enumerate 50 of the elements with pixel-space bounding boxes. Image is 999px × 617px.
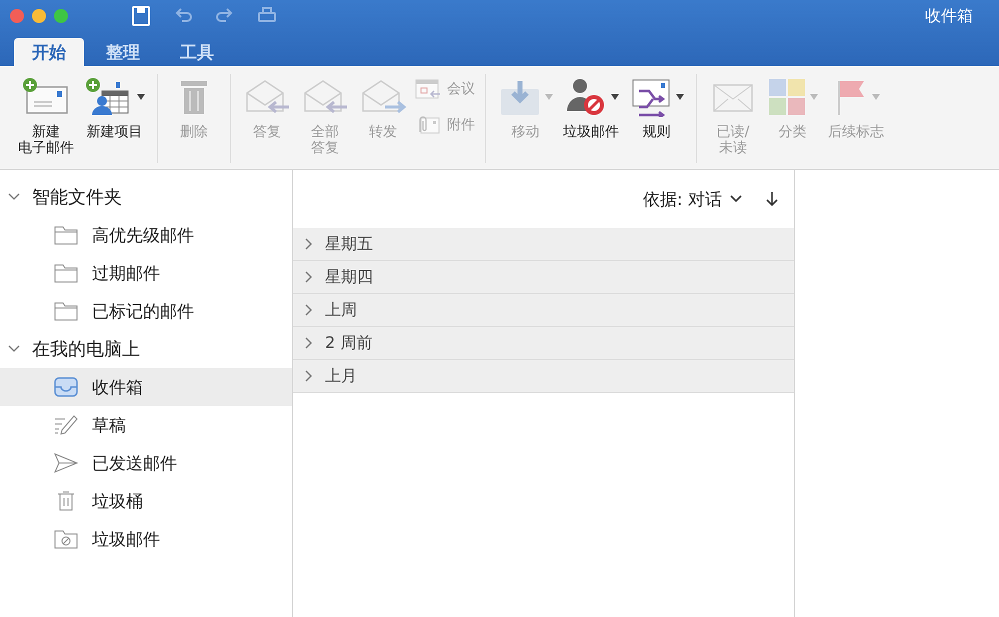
sidebar-section[interactable]: 智能文件夹 [0,178,292,216]
conversation-group[interactable]: 上周 [293,294,794,327]
sidebar-item[interactable]: 高优先级邮件 [0,216,292,254]
sidebar-item[interactable]: 收件箱 [0,368,292,406]
sidebar-item[interactable]: 已标记的邮件 [0,292,292,330]
caret-icon[interactable] [610,94,618,100]
sidebar-item[interactable]: 草稿 [0,406,292,444]
conversation-group[interactable]: 星期五 [293,228,794,261]
folder-icon [54,301,78,321]
sidebar-section[interactable]: 在我的电脑上 [0,330,292,368]
folder-icon [54,263,78,283]
sidebar-item[interactable]: 过期邮件 [0,254,292,292]
caret-icon[interactable] [676,94,684,100]
junk-folder-icon [54,529,78,549]
ribbon-button[interactable]: 新建项目 [80,74,149,163]
chevron-icon [8,193,20,201]
ribbon-tab[interactable]: 开始 [14,38,84,66]
minimize-button[interactable] [32,9,46,23]
inbox-icon [54,377,78,397]
sidebar-item[interactable]: 已发送邮件 [0,444,292,482]
sort-direction-icon[interactable] [766,191,778,207]
sidebar-item[interactable]: 垃圾桶 [0,482,292,520]
ribbon-button[interactable]: 新建 电子邮件 [14,74,78,163]
folder-icon [54,225,78,245]
sort-button[interactable]: 依据: 对话 [636,186,748,212]
zoom-button[interactable] [54,9,68,23]
close-button[interactable] [10,9,24,23]
ribbon-button[interactable]: 规则 [625,74,688,163]
chevron-icon [305,370,313,382]
pencil-lines-icon [54,415,78,435]
chevron-icon [305,271,313,283]
conversation-group[interactable]: 上月 [293,360,794,393]
conversation-group[interactable]: 2 周前 [293,327,794,360]
new-mail-icon [21,77,71,117]
chevron-icon [305,337,313,349]
chevron-icon [730,195,742,203]
ribbon-tab[interactable]: 工具 [162,38,232,66]
sidebar-item[interactable]: 垃圾邮件 [0,520,292,558]
chevron-icon [8,345,20,353]
calendar-icon [415,78,441,100]
save-icon[interactable] [130,5,152,27]
chevron-icon [305,304,313,316]
chevron-icon [305,238,313,250]
conversation-group[interactable]: 星期四 [293,261,794,294]
caret-icon[interactable] [137,94,145,100]
window-title: 收件箱 [925,6,974,26]
ribbon-button[interactable]: 垃圾邮件 [559,74,623,163]
send-icon [54,453,78,473]
ribbon-tab[interactable]: 整理 [88,38,158,66]
category-icon [767,77,807,117]
